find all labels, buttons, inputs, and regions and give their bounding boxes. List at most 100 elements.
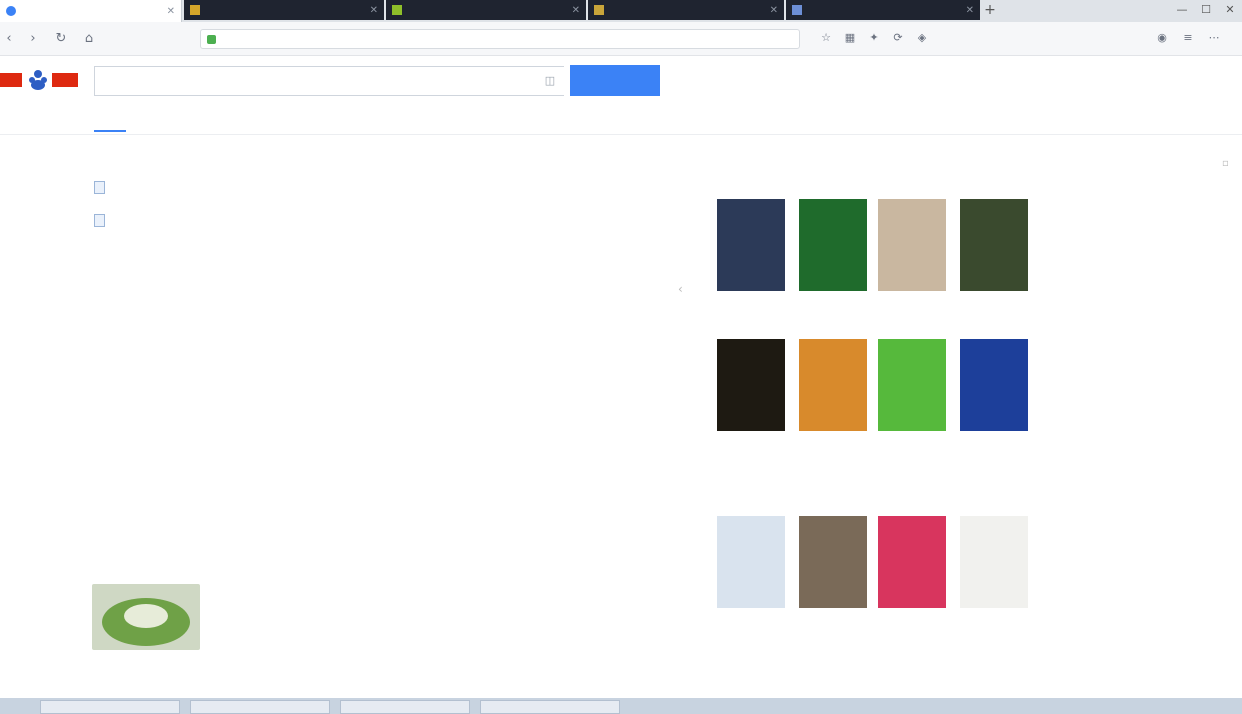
close-icon[interactable]: ✕ [167, 6, 175, 17]
search-tab[interactable] [462, 108, 494, 132]
result-title[interactable] [92, 246, 572, 262]
book-caption[interactable] [876, 614, 948, 632]
close-icon[interactable]: ✕ [966, 5, 974, 16]
book-caption[interactable] [958, 614, 1030, 632]
camera-icon[interactable]: ◫ [542, 73, 558, 89]
search-tab[interactable] [416, 108, 448, 132]
book-cover[interactable] [878, 199, 946, 291]
header-link[interactable] [1198, 74, 1228, 88]
result-url[interactable] [92, 411, 572, 424]
result-url[interactable] [92, 517, 572, 530]
close-icon[interactable]: ▫ [1222, 158, 1234, 170]
header-link[interactable] [1094, 74, 1124, 88]
search-result [92, 564, 572, 650]
close-window-icon[interactable]: ✕ [1222, 2, 1238, 18]
close-icon[interactable]: ✕ [370, 5, 378, 16]
search-tab[interactable] [324, 108, 356, 132]
browser-tab[interactable]: ✕ [184, 0, 384, 20]
minimize-icon[interactable]: — [1174, 2, 1190, 18]
back-arrow-icon[interactable]: ‹ [0, 30, 18, 48]
related-link[interactable] [183, 213, 253, 227]
book-cover[interactable] [799, 516, 867, 608]
book-caption[interactable] [797, 614, 869, 632]
shield-icon[interactable]: ◈ [914, 30, 930, 46]
taskbar-item[interactable] [40, 700, 180, 714]
related-searches [94, 180, 505, 194]
related-link[interactable] [351, 180, 421, 194]
book-cover[interactable] [799, 339, 867, 431]
search-tab[interactable] [186, 108, 218, 132]
chevron-left-icon[interactable]: ‹ [678, 282, 692, 296]
search-result [92, 352, 572, 424]
result-snippet [92, 266, 572, 279]
book-caption[interactable] [876, 437, 948, 455]
related-link[interactable] [183, 180, 253, 194]
browser-tab-active[interactable]: ✕ [0, 0, 182, 22]
search-tools-button[interactable] [514, 150, 572, 164]
book-caption[interactable] [715, 437, 787, 455]
book-caption[interactable] [797, 297, 869, 315]
book-caption[interactable] [797, 437, 869, 455]
book-cover[interactable] [717, 516, 785, 608]
result-title[interactable] [92, 352, 572, 368]
close-icon[interactable]: ✕ [770, 5, 778, 16]
book-cover[interactable] [799, 199, 867, 291]
browser-right-tools: ◉ ≡ ⋯ [1154, 30, 1222, 46]
extension-icon[interactable]: ✦ [866, 30, 882, 46]
close-icon[interactable]: ✕ [572, 5, 580, 16]
book-caption[interactable] [715, 614, 787, 632]
search-input[interactable] [103, 74, 556, 88]
book-cover[interactable] [960, 339, 1028, 431]
search-tab-active[interactable] [94, 108, 126, 132]
taskbar-item[interactable] [340, 700, 470, 714]
book-caption[interactable] [958, 437, 1030, 455]
related-link[interactable] [435, 180, 505, 194]
browser-tab[interactable]: ✕ [786, 0, 980, 20]
refresh-small-icon[interactable]: ⟳ [890, 30, 906, 46]
book-cover[interactable] [878, 339, 946, 431]
bookmark-icon[interactable]: ☆ [818, 30, 834, 46]
result-title[interactable] [92, 458, 572, 474]
book-caption[interactable] [876, 297, 948, 315]
book-cover[interactable] [878, 516, 946, 608]
related-link[interactable] [267, 180, 337, 194]
address-bar[interactable] [200, 29, 800, 49]
book-cover[interactable] [717, 339, 785, 431]
search-result [92, 246, 572, 318]
browser-tab[interactable]: ✕ [386, 0, 586, 20]
menu-icon[interactable]: ≡ [1180, 30, 1196, 46]
book-caption[interactable] [958, 297, 1030, 315]
new-tab-icon[interactable]: + [982, 2, 998, 18]
search-tab[interactable] [140, 108, 172, 132]
result-thumbnail[interactable] [92, 584, 200, 650]
grid-icon[interactable]: ▦ [842, 30, 858, 46]
search-result [92, 674, 572, 694]
search-tab[interactable] [508, 108, 540, 132]
search-tab[interactable] [370, 108, 402, 132]
result-url[interactable] [92, 305, 572, 318]
search-button[interactable] [570, 65, 660, 96]
baidu-logo[interactable] [0, 62, 84, 94]
forward-arrow-icon[interactable]: › [24, 30, 42, 48]
book-cover[interactable] [717, 199, 785, 291]
book-caption[interactable] [715, 297, 787, 315]
maximize-icon[interactable]: ☐ [1198, 2, 1214, 18]
taskbar-item[interactable] [480, 700, 620, 714]
more-icon[interactable]: ⋯ [1206, 30, 1222, 46]
search-tab[interactable] [232, 108, 264, 132]
result-title[interactable] [92, 564, 572, 580]
result-title[interactable] [92, 674, 572, 690]
related-label [119, 180, 169, 194]
search-box[interactable] [94, 66, 564, 96]
home-icon[interactable]: ⌂ [80, 30, 98, 48]
result-snippet [92, 372, 572, 385]
document-icon [94, 180, 105, 194]
browser-tab[interactable]: ✕ [588, 0, 784, 20]
search-tab[interactable] [278, 108, 310, 132]
user-icon[interactable]: ◉ [1154, 30, 1170, 46]
header-link[interactable] [1146, 74, 1176, 88]
book-cover[interactable] [960, 516, 1028, 608]
book-cover[interactable] [960, 199, 1028, 291]
reload-icon[interactable]: ↻ [52, 30, 70, 48]
taskbar-item[interactable] [190, 700, 330, 714]
